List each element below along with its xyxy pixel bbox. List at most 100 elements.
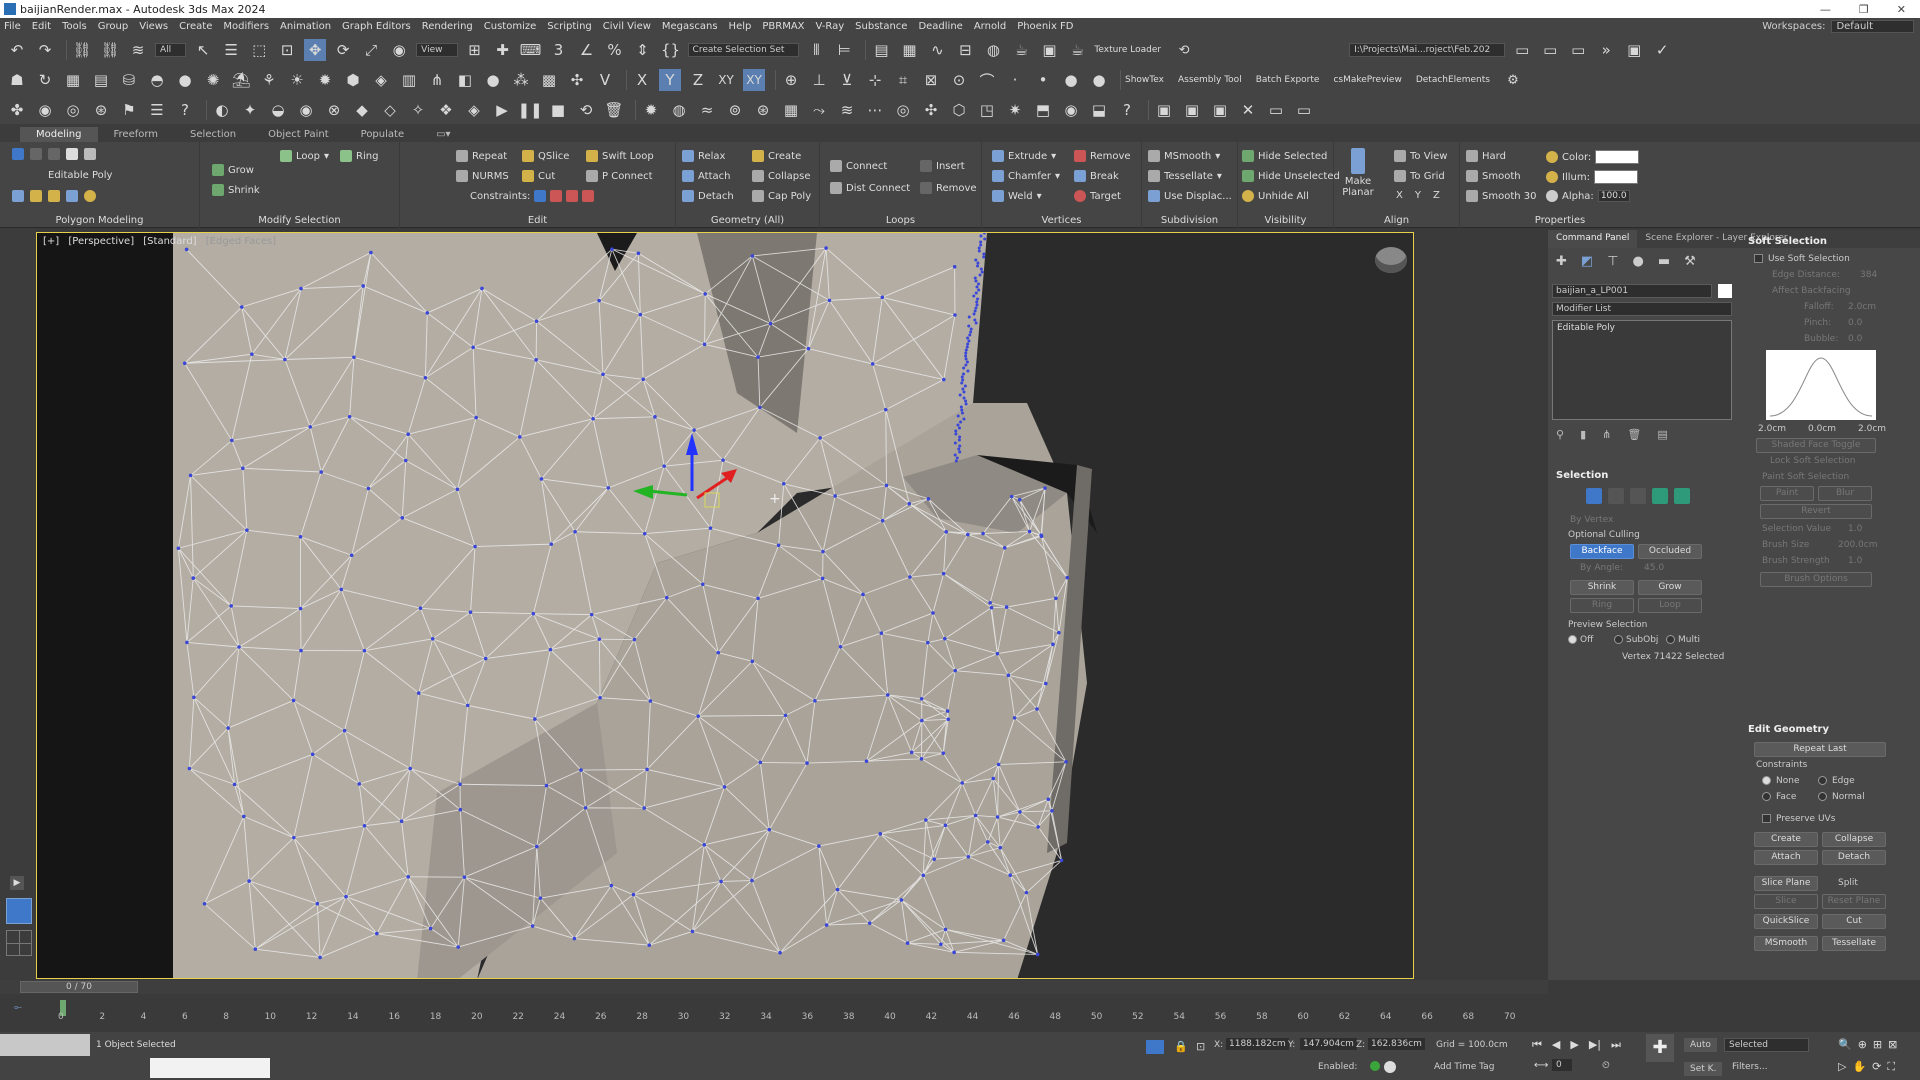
snap-edge-icon[interactable]: ⊥ [808, 69, 830, 91]
modify-selection-label[interactable]: Modify Selection [200, 215, 399, 226]
mesh-vertex[interactable] [423, 375, 428, 380]
mesh-vertex[interactable] [237, 645, 241, 649]
plane-icon[interactable]: ▥ [398, 69, 420, 91]
mesh-vertex[interactable] [824, 923, 829, 927]
mesh-vertex[interactable] [1006, 673, 1011, 678]
unhide-all-button[interactable]: Unhide All [1258, 191, 1309, 202]
mesh-vertex[interactable] [202, 901, 207, 906]
mesh-vertex[interactable] [400, 516, 405, 520]
color-swatch[interactable] [1595, 150, 1640, 164]
ies-light-icon[interactable]: ⛱ [230, 69, 252, 91]
snap-grid-icon[interactable]: ⌗ [892, 69, 914, 91]
mesh-vertex[interactable] [188, 473, 193, 478]
mesh-vertex[interactable] [979, 234, 983, 238]
utilities-panel-icon[interactable]: ⚒ [1684, 254, 1696, 269]
x-coord-input[interactable]: 1188.182cm [1226, 1038, 1289, 1050]
make-unique-icon[interactable]: ⋔ [1602, 428, 1611, 441]
chamfer-button[interactable]: Chamfer [1008, 171, 1051, 182]
mesh-vertex[interactable] [972, 294, 976, 298]
mesh-vertex[interactable] [648, 699, 653, 703]
viewcube-icon[interactable] [1375, 247, 1407, 273]
dist-connect-button[interactable]: Dist Connect [846, 183, 910, 194]
mesh-vertex[interactable] [975, 300, 979, 304]
undo-icon[interactable]: ↶ [6, 39, 28, 61]
toggle-cage-icon[interactable] [30, 190, 42, 202]
mesh-vertex[interactable] [880, 518, 885, 523]
phoenix-ocean-icon[interactable]: ≈ [696, 99, 718, 121]
mesh-vertex[interactable] [986, 840, 990, 844]
viewport-label[interactable]: [+] [Perspective] [Standard] [Edged Face… [43, 236, 282, 247]
goto-start-icon[interactable]: ⏮ [1532, 1038, 1542, 1052]
mesh-icon[interactable]: ◈ [370, 69, 392, 91]
mesh-vertex[interactable] [245, 528, 249, 533]
mesh-vertex[interactable] [416, 691, 421, 695]
set-key-icon[interactable]: ✚ [1646, 1034, 1674, 1062]
falloff-input[interactable]: 2.0cm [1848, 302, 1876, 312]
eg-tessellate-button[interactable]: Tessellate [1822, 936, 1886, 951]
mesh-vertex[interactable] [357, 782, 362, 786]
mesh-vertex[interactable] [664, 595, 669, 600]
mesh-vertex[interactable] [921, 873, 926, 878]
mesh-vertex[interactable] [961, 387, 965, 391]
slice-plane-button[interactable]: Slice Plane [1754, 876, 1818, 891]
prompt-line[interactable] [150, 1058, 270, 1078]
mesh-vertex[interactable] [250, 352, 254, 357]
zoom-icon[interactable]: 🔍 [1838, 1038, 1852, 1051]
tool-extra-2-icon[interactable]: ◇ [379, 99, 401, 121]
shaded-face-toggle-button[interactable]: Shaded Face Toggle [1756, 438, 1876, 453]
edit-named-sets-icon[interactable]: {} [660, 39, 682, 61]
decal-icon[interactable]: ▩ [538, 69, 560, 91]
mesh-vertex[interactable] [945, 709, 950, 713]
loops-remove-button[interactable]: Remove [936, 183, 977, 194]
menu-customize[interactable]: Customize [484, 21, 537, 32]
sun-icon[interactable]: ✺ [202, 69, 224, 91]
z-coord-input[interactable]: 162.836cm [1368, 1038, 1425, 1050]
mesh-vertex[interactable] [909, 750, 914, 755]
play-icon[interactable]: ▶ [491, 99, 513, 121]
mesh-vertex[interactable] [1002, 546, 1007, 550]
mesh-vertex[interactable] [926, 497, 931, 501]
mesh-vertex[interactable] [1043, 486, 1047, 490]
mesh-vertex[interactable] [979, 240, 983, 244]
mesh-vertex[interactable] [349, 553, 354, 558]
msmooth-dropdown-icon[interactable]: ▾ [1215, 151, 1220, 162]
mesh-vertex[interactable] [976, 261, 980, 265]
mesh-vertex[interactable] [960, 408, 964, 412]
mesh-vertex[interactable] [835, 887, 840, 892]
hard-button[interactable]: Hard [1482, 151, 1506, 162]
mesh-vertex[interactable] [242, 814, 246, 819]
menu-help[interactable]: Help [729, 21, 752, 32]
mesh-vertex[interactable] [319, 470, 324, 474]
mesh-vertex[interactable] [767, 827, 772, 832]
smooth30-button[interactable]: Smooth 30 [1482, 191, 1537, 202]
mesh-vertex[interactable] [806, 346, 811, 351]
mesh-vertex[interactable] [996, 762, 1001, 767]
mesh-vertex[interactable] [299, 648, 303, 653]
mesh-vertex[interactable] [931, 611, 935, 615]
mesh-vertex[interactable] [474, 415, 478, 420]
mesh-vertex[interactable] [768, 321, 773, 326]
axis-x-button[interactable]: X [631, 69, 653, 91]
mesh-vertex[interactable] [925, 640, 930, 645]
detach-elements-label[interactable]: DetachElements [1416, 75, 1490, 85]
mesh-vertex[interactable] [430, 637, 435, 641]
attach-button[interactable]: Attach [698, 171, 730, 182]
mesh-vertex[interactable] [907, 501, 912, 506]
menu-views[interactable]: Views [139, 21, 168, 32]
mesh-vertex[interactable] [1018, 810, 1022, 814]
snaps-toggle-icon[interactable]: 3 [548, 39, 570, 61]
qslice-button[interactable]: QSlice [538, 151, 569, 162]
mesh-vertex[interactable] [534, 319, 539, 324]
link-icon[interactable]: ⛓ [71, 39, 93, 61]
phoenix-drag-icon[interactable]: ⋯ [864, 99, 886, 121]
snap-tangent-icon[interactable]: ⌒ [976, 69, 998, 91]
edge-mode-icon[interactable] [30, 148, 42, 160]
play-animation-icon[interactable]: ▶ [1570, 1038, 1578, 1052]
mesh-vertex[interactable] [308, 425, 313, 429]
layer-explorer-icon[interactable]: ▤ [870, 39, 892, 61]
mesh-vertex[interactable] [544, 783, 549, 788]
mesh-vertex[interactable] [905, 941, 910, 945]
mesh-vertex[interactable] [966, 369, 970, 373]
mesh-vertex[interactable] [719, 879, 723, 884]
mesh-vertex[interactable] [339, 587, 344, 592]
